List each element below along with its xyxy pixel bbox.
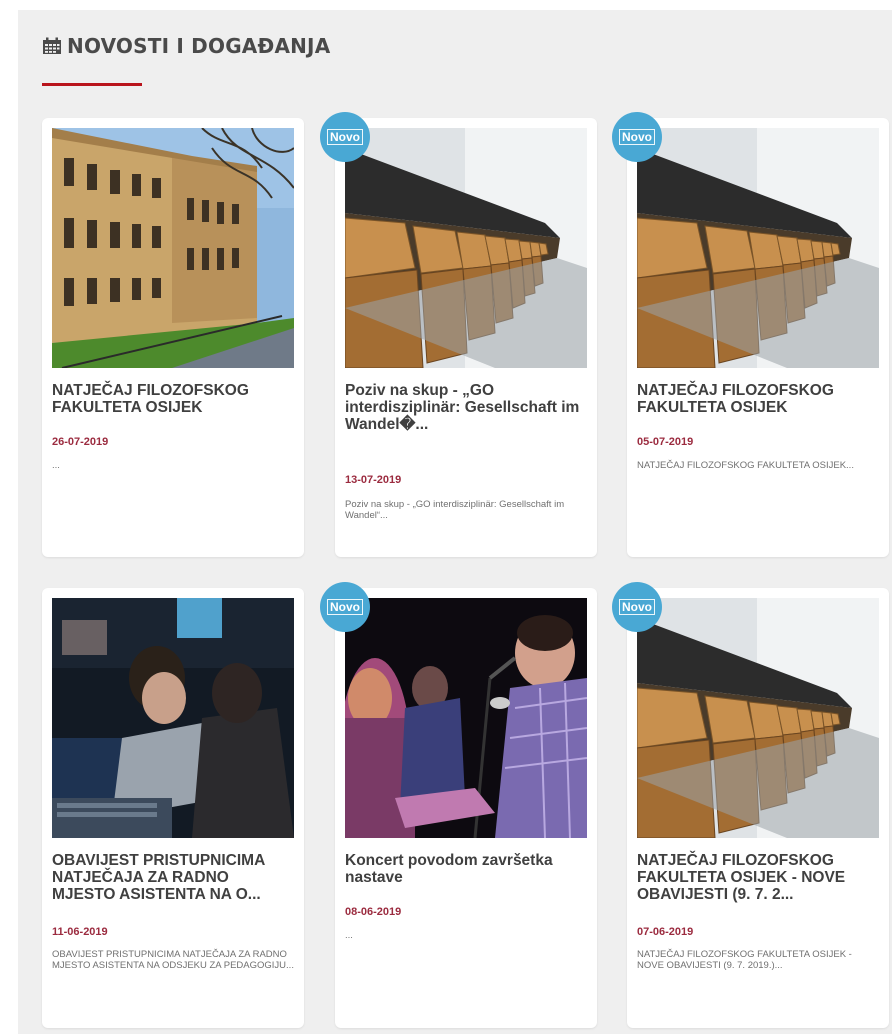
- news-card-date: 05-07-2019: [637, 436, 694, 448]
- news-card-title[interactable]: OBAVIJEST PRISTUPNICIMA NATJEČAJA ZA RAD…: [52, 852, 294, 903]
- calendar-icon: [43, 37, 61, 54]
- news-card[interactable]: Novo Koncert povodom završetka nastave 0…: [320, 582, 597, 1028]
- news-card-excerpt: NATJEČAJ FILOZOFSKOG FAKULTETA OSIJEK - …: [637, 949, 852, 971]
- new-badge-label: Novo: [327, 599, 363, 615]
- news-card-date: 13-07-2019: [345, 474, 402, 486]
- news-card-excerpt: Poziv na skup - „GO interdisziplinär: Ge…: [345, 499, 565, 521]
- new-badge: Novo: [320, 582, 370, 632]
- news-card-title[interactable]: NATJEČAJ FILOZOFSKOG FAKULTETA OSIJEK - …: [637, 852, 879, 903]
- news-card[interactable]: Novo: [320, 112, 597, 557]
- new-badge-label: Novo: [327, 129, 363, 145]
- news-card-date: 26-07-2019: [52, 436, 109, 448]
- news-card-date: 08-06-2019: [345, 906, 402, 918]
- news-card[interactable]: Novo: [612, 112, 889, 557]
- news-card-date: 11-06-2019: [52, 926, 108, 938]
- news-card-excerpt: OBAVIJEST PRISTUPNICIMA NATJEČAJA ZA RAD…: [52, 949, 294, 971]
- news-thumbnail-lecture-hall[interactable]: [637, 598, 879, 838]
- news-thumbnail-lecture-hall[interactable]: [345, 128, 587, 368]
- news-card-excerpt: ...: [345, 930, 353, 941]
- news-card-title[interactable]: Koncert povodom završetka nastave: [345, 852, 587, 886]
- news-card-title[interactable]: NATJEČAJ FILOZOFSKOG FAKULTETA OSIJEK: [52, 382, 294, 416]
- news-card-title[interactable]: Poziv na skup - „GO interdisziplinär: Ge…: [345, 382, 587, 433]
- news-card[interactable]: OBAVIJEST PRISTUPNICIMA NATJEČAJA ZA RAD…: [42, 588, 304, 1028]
- new-badge-label: Novo: [619, 129, 655, 145]
- section-title: NOVOSTI I DOGAĐANJA: [42, 34, 330, 58]
- news-card-title[interactable]: NATJEČAJ FILOZOFSKOG FAKULTETA OSIJEK: [637, 382, 879, 416]
- section-title-text: NOVOSTI I DOGAĐANJA: [67, 34, 331, 58]
- news-thumbnail-concert[interactable]: [345, 598, 587, 838]
- news-card-excerpt: ...: [52, 460, 60, 471]
- news-thumbnail-building[interactable]: [52, 128, 294, 368]
- news-card[interactable]: NATJEČAJ FILOZOFSKOG FAKULTETA OSIJEK 26…: [42, 118, 304, 557]
- news-card-excerpt: NATJEČAJ FILOZOFSKOG FAKULTETA OSIJEK...: [637, 460, 854, 471]
- news-card[interactable]: Novo: [612, 582, 889, 1028]
- news-card-date: 07-06-2019: [637, 926, 694, 938]
- new-badge-label: Novo: [619, 599, 655, 615]
- news-thumbnail-students[interactable]: [52, 598, 294, 838]
- title-underline: [42, 83, 142, 86]
- news-thumbnail-lecture-hall[interactable]: [637, 128, 879, 368]
- new-badge: Novo: [612, 582, 662, 632]
- new-badge: Novo: [320, 112, 370, 162]
- new-badge: Novo: [612, 112, 662, 162]
